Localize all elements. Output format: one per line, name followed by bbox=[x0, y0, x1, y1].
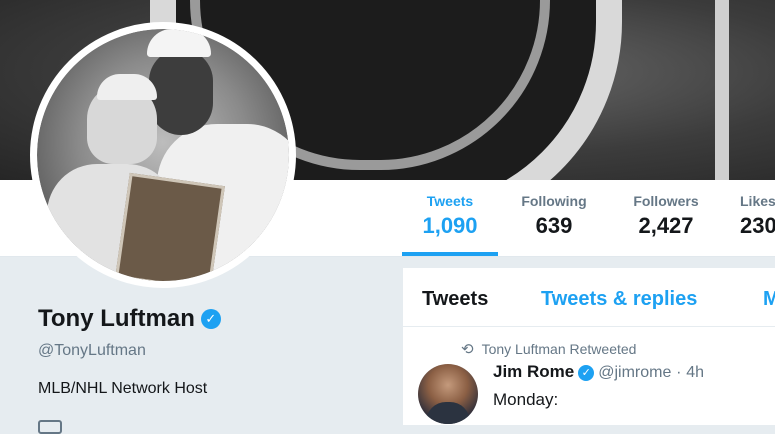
photo-shape bbox=[97, 74, 157, 100]
profile-name-row: Tony Luftman ✓ bbox=[38, 305, 221, 333]
tweet-text: Monday: bbox=[493, 390, 559, 409]
nav-following[interactable]: Following 639 bbox=[512, 190, 596, 254]
nav-followers-count: 2,427 bbox=[638, 213, 694, 238]
tweet-author-name[interactable]: Jim Rome bbox=[493, 362, 574, 381]
nav-following-label: Following bbox=[521, 193, 587, 209]
nav-tweets-label: Tweets bbox=[426, 193, 474, 209]
profile-name[interactable]: Tony Luftman bbox=[38, 305, 195, 332]
nav-following-count: 639 bbox=[535, 213, 573, 238]
location-icon bbox=[38, 420, 62, 434]
profile-bio: MLB/NHL Network Host bbox=[38, 380, 208, 397]
nav-tweets-count: 1,090 bbox=[422, 213, 478, 238]
nav-followers[interactable]: Followers 2,427 bbox=[625, 190, 707, 254]
banner-bar bbox=[715, 0, 729, 180]
photo-shape bbox=[149, 49, 213, 135]
profile-handle[interactable]: @TonyLuftman bbox=[38, 342, 146, 360]
retweet-icon: ⟲ bbox=[461, 341, 474, 358]
nav-followers-label: Followers bbox=[633, 193, 699, 209]
verified-icon: ✓ bbox=[200, 309, 221, 329]
tweet-author-handle[interactable]: @jimrome bbox=[598, 364, 671, 381]
tab-tweets[interactable]: Tweets bbox=[422, 288, 488, 311]
nav-likes-count: 230 bbox=[740, 213, 775, 238]
nav-likes[interactable]: Likes 230 bbox=[740, 190, 775, 254]
photo-shape bbox=[147, 29, 211, 57]
nav-tweets[interactable]: Tweets 1,090 bbox=[402, 190, 498, 256]
avatar-shape bbox=[426, 402, 470, 424]
tab-tweets-replies[interactable]: Tweets & replies bbox=[541, 288, 697, 311]
tweet-time[interactable]: 4h bbox=[686, 364, 704, 381]
timeline-tabs: Tweets Tweets & replies M bbox=[403, 268, 775, 327]
tweet-separator: · bbox=[676, 364, 682, 381]
tweet-header: Jim Rome ✓ @jimrome · 4h bbox=[493, 362, 704, 382]
timeline: Tweets Tweets & replies M ⟲ Tony Luftman … bbox=[403, 268, 775, 425]
retweet-context: ⟲ Tony Luftman Retweeted bbox=[461, 340, 636, 358]
avatar-photo bbox=[37, 29, 289, 281]
profile-card: Tony Luftman ✓ @TonyLuftman MLB/NHL Netwo… bbox=[0, 257, 390, 434]
nav-likes-label: Likes bbox=[740, 193, 775, 209]
tweet-verified-icon: ✓ bbox=[578, 365, 595, 381]
tweet-author-avatar[interactable] bbox=[418, 364, 478, 424]
tab-media[interactable]: M bbox=[763, 288, 775, 311]
retweet-text[interactable]: Tony Luftman Retweeted bbox=[482, 341, 637, 357]
profile-avatar[interactable] bbox=[30, 22, 296, 288]
